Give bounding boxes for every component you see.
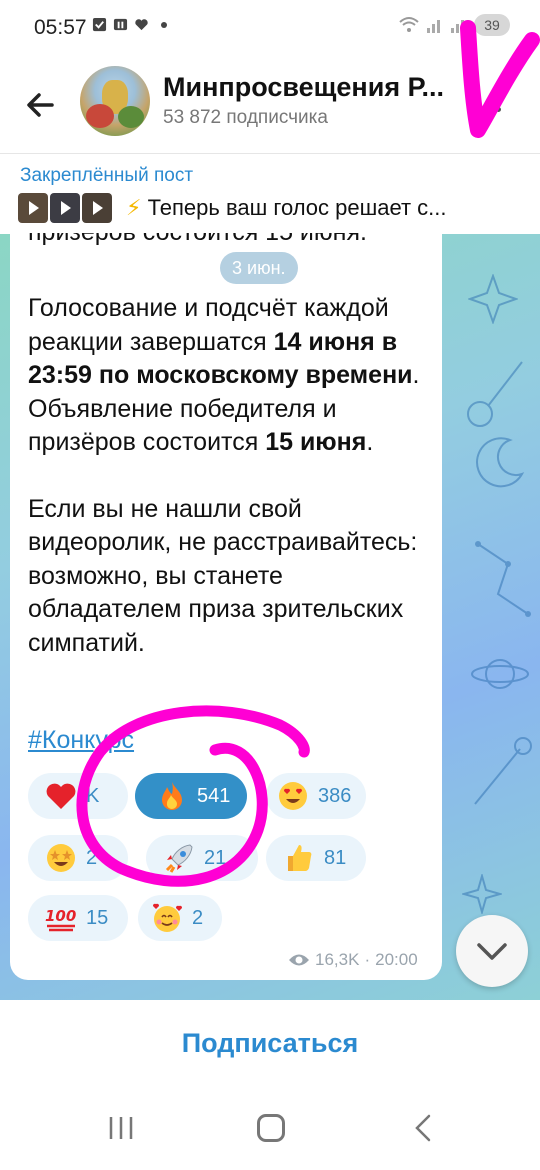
reaction-thumbs-up[interactable]: 81: [266, 835, 366, 881]
reaction-rocket[interactable]: 21: [146, 835, 258, 881]
lightning-icon: ⚡: [126, 195, 142, 220]
video-thumbnail-icon: [18, 193, 48, 223]
doodle-star-icon: [468, 274, 518, 324]
message-text: Голосование и подсчёт каждой реакции зав…: [28, 292, 428, 660]
doodle-sparkle-icon: [462, 874, 502, 914]
red-heart-icon: [46, 783, 76, 809]
video-thumbnail-icon: [50, 193, 80, 223]
nav-back-icon[interactable]: [410, 1113, 436, 1143]
pinned-text-value: Теперь ваш голос решает с...: [147, 195, 447, 220]
office-app-icon: [113, 18, 128, 31]
reaction-hundred[interactable]: 100 15: [28, 895, 128, 941]
reaction-heart-eyes[interactable]: 386: [266, 773, 366, 819]
chevron-down-icon: [477, 943, 507, 960]
subscribe-bar: Подписаться: [0, 1000, 540, 1095]
home-icon[interactable]: [257, 1114, 285, 1142]
subscribe-button[interactable]: Подписаться: [0, 1028, 540, 1059]
reaction-fire[interactable]: 541: [135, 773, 247, 819]
avatar-leaves: [118, 106, 144, 128]
back-arrow-icon[interactable]: [22, 86, 60, 124]
scroll-to-bottom-button[interactable]: [456, 915, 528, 987]
pinned-thumbnails: [18, 193, 112, 223]
more-notifications-dot: [161, 21, 167, 28]
status-time: 05:57: [34, 16, 87, 39]
recent-apps-icon[interactable]: [107, 1115, 135, 1141]
status-bar: 05:57 39: [0, 0, 540, 56]
doodle-constellation-icon: [475, 541, 531, 617]
pinned-label: Закреплённый пост: [20, 165, 194, 186]
view-count: 16,3K: [315, 950, 360, 969]
video-thumbnail-icon: [82, 193, 112, 223]
battery-level: 39: [484, 17, 500, 33]
signal-icon-2: [451, 20, 464, 33]
message-paragraph-1: Голосование и подсчёт каждой реакции зав…: [28, 294, 420, 456]
pinned-text: ⚡ Теперь ваш голос решает с...: [126, 195, 447, 221]
heart-eyes-icon: [279, 782, 307, 810]
fire-icon: [162, 782, 182, 810]
reaction-smiling-hearts[interactable]: 2: [138, 895, 222, 941]
date-chip: 3 июн.: [220, 252, 298, 284]
more-menu-icon[interactable]: [491, 88, 505, 118]
avatar-flowers: [86, 104, 114, 128]
doodle-rocket-icon: [474, 737, 532, 805]
eye-icon: [289, 954, 309, 966]
signal-icon: [427, 20, 440, 33]
checkbox-icon: [92, 17, 107, 32]
subscriber-count: 53 872 подписчика: [163, 107, 328, 128]
smiling-face-hearts-icon: [152, 903, 183, 932]
system-navigation-bar: [0, 1095, 540, 1170]
channel-header: Минпросвещения Р... 53 872 подписчика: [0, 56, 540, 154]
message-paragraph-2: Если вы не нашли свой видеоролик, не рас…: [28, 494, 418, 657]
pinned-message-bar[interactable]: Закреплённый пост ⚡ Теперь ваш голос реш…: [0, 155, 540, 234]
rocket-icon: [165, 844, 193, 873]
reaction-star-struck[interactable]: 2: [28, 835, 128, 881]
battery-indicator: 39: [474, 14, 510, 36]
hundred-points-icon: 100: [45, 907, 76, 932]
meta-separator: ·: [364, 950, 371, 969]
message-time: 20:00: [375, 950, 418, 969]
doodle-moon-icon: [476, 437, 525, 488]
notification-icons: [92, 17, 167, 32]
channel-avatar[interactable]: [80, 66, 150, 136]
hashtag-link[interactable]: #Конкурс: [28, 726, 134, 755]
system-icons: 39: [398, 14, 510, 36]
heart-icon: [135, 19, 148, 31]
channel-title[interactable]: Минпросвещения Р...: [163, 72, 444, 103]
doodle-comet-icon: [467, 361, 523, 427]
star-struck-icon: [47, 844, 75, 872]
message-meta: 16,3K · 20:00: [288, 950, 418, 970]
svg-text:100: 100: [45, 907, 76, 925]
thumbs-up-icon: [288, 845, 312, 871]
doodle-planet-icon: [471, 659, 529, 689]
reaction-heart[interactable]: K: [28, 773, 128, 819]
wifi-icon: [399, 17, 419, 32]
